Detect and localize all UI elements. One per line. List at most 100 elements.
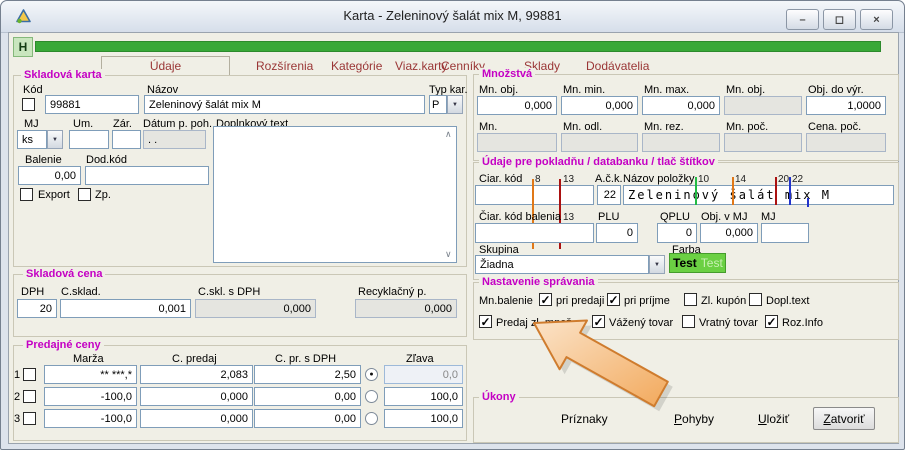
farba-button[interactable]: Test Test xyxy=(669,253,726,273)
ulozit-button[interactable]: Uložiť xyxy=(758,412,789,426)
header-marza: Marža xyxy=(73,353,104,365)
marker-13b: 13 xyxy=(563,212,574,223)
pri-predaji-checkbox[interactable]: ✓ xyxy=(539,293,552,306)
dod-kod-field[interactable] xyxy=(85,166,209,185)
price-row-checkbox[interactable] xyxy=(23,412,36,425)
c-sklad-field[interactable]: 0,001 xyxy=(60,299,191,318)
typ-kar-dropdown-icon[interactable]: ▼ xyxy=(447,95,463,114)
dph-field[interactable]: 20 xyxy=(17,299,57,318)
dph-label: DPH xyxy=(21,286,44,298)
vratny-tovar-checkbox[interactable] xyxy=(682,315,695,328)
skupina-dropdown-icon[interactable]: ▼ xyxy=(649,255,665,274)
tab-dodavatelia[interactable]: Dodávatelia xyxy=(586,59,649,73)
balenie-field[interactable]: 0,00 xyxy=(18,166,81,185)
recykl-field: 0,000 xyxy=(355,299,457,318)
scroll-down-icon[interactable]: ∨ xyxy=(445,249,452,260)
maximize-icon[interactable]: ◻ xyxy=(823,9,856,30)
dopl-text-checkbox[interactable] xyxy=(749,293,762,306)
mj2-field[interactable] xyxy=(761,223,809,243)
export-checkbox[interactable] xyxy=(20,188,33,201)
plu-field[interactable]: 0 xyxy=(596,223,638,243)
kod-field[interactable]: 99881 xyxy=(45,95,139,114)
dod-kod-label: Dod.kód xyxy=(86,154,127,166)
c-pr-s-dph-field[interactable]: 2,50 xyxy=(254,365,361,384)
price-row-radio[interactable] xyxy=(365,390,378,403)
tab-viaz-karty[interactable]: Viaz.karty xyxy=(395,59,447,73)
skupina-field[interactable]: Žiadna xyxy=(475,255,649,274)
nazov-polozky-field[interactable]: Zeleninový šalát mix M xyxy=(623,185,894,205)
zl-kupon-checkbox[interactable] xyxy=(684,293,697,306)
vazeny-tovar-checkbox[interactable]: ✓ xyxy=(592,315,605,328)
h-button[interactable]: H xyxy=(13,37,33,57)
group-title-pokladna: Údaje pre pokladňu / databanku / tlač št… xyxy=(479,156,718,168)
price-row-radio[interactable] xyxy=(365,412,378,425)
recykl-label: Recyklačný p. xyxy=(358,286,426,298)
roz-info-checkbox[interactable]: ✓ xyxy=(765,315,778,328)
priznaky-button[interactable]: Príznaky xyxy=(561,412,608,426)
vazeny-tovar-label: Vážený tovar xyxy=(609,317,673,329)
pri-prijme-checkbox[interactable]: ✓ xyxy=(607,293,620,306)
zlava-field[interactable]: 100,0 xyxy=(384,409,463,428)
marker-20: 20 xyxy=(778,174,789,185)
zatvorit-button[interactable]: Zatvoriť xyxy=(813,407,875,430)
mn-obj-field[interactable]: 0,000 xyxy=(477,96,557,115)
mn-obj2-field xyxy=(724,96,802,115)
close-icon[interactable]: × xyxy=(860,9,893,30)
obj-v-mj-label: Obj. v MJ xyxy=(701,211,747,223)
qplu-field[interactable]: 0 xyxy=(657,223,697,243)
marza-field[interactable]: -100,0 xyxy=(44,409,137,428)
marker-14: 14 xyxy=(735,174,746,185)
header-c-predaj: C. predaj xyxy=(172,353,217,365)
marza-field[interactable]: -100,0 xyxy=(44,387,137,406)
marker-13: 13 xyxy=(563,174,574,185)
farba-text: Test xyxy=(673,256,697,270)
price-row-num: 1 xyxy=(14,369,20,381)
marker-22: 22 xyxy=(792,174,803,185)
obj-do-vyr-field[interactable]: 1,0000 xyxy=(806,96,886,115)
zp-checkbox[interactable] xyxy=(78,188,91,201)
ack-label: A.č.k. xyxy=(595,173,623,185)
ack-field[interactable]: 22 xyxy=(597,185,621,205)
mj-field[interactable]: ks xyxy=(17,130,47,149)
price-row-checkbox[interactable] xyxy=(23,390,36,403)
zar-field[interactable] xyxy=(112,130,141,149)
mj-dropdown-icon[interactable]: ▼ xyxy=(47,130,63,149)
mn-max-field[interactable]: 0,000 xyxy=(642,96,720,115)
zatvorit-button-label: Zatvoriť xyxy=(823,412,864,426)
marza-field[interactable]: ** ***,* xyxy=(44,365,137,384)
tab-udaje[interactable]: Údaje xyxy=(101,56,230,76)
group-title-predajne-ceny: Predajné ceny xyxy=(23,339,104,351)
mn-min-field[interactable]: 0,000 xyxy=(561,96,638,115)
doplnkovy-textarea[interactable] xyxy=(213,126,457,263)
c-pr-s-dph-field[interactable]: 0,00 xyxy=(254,387,361,406)
c-predaj-field[interactable]: 0,000 xyxy=(140,387,253,406)
mn-rez-label: Mn. rez. xyxy=(644,121,684,133)
zlava-field[interactable]: 100,0 xyxy=(384,387,463,406)
price-row-num: 3 xyxy=(14,413,20,425)
balenie-label: Balenie xyxy=(25,154,62,166)
typ-kar-field[interactable]: P xyxy=(429,95,447,114)
obj-v-mj-field[interactable]: 0,000 xyxy=(700,223,758,243)
kod-checkbox[interactable] xyxy=(22,98,35,111)
c-predaj-field[interactable]: 0,000 xyxy=(140,409,253,428)
c-pr-s-dph-field[interactable]: 0,00 xyxy=(254,409,361,428)
mn-odl-label: Mn. odl. xyxy=(563,121,602,133)
price-row-radio[interactable]: ● xyxy=(365,368,378,381)
minimize-icon[interactable]: – xyxy=(786,9,819,30)
nazov-field[interactable]: Zeleninový šalát mix M xyxy=(144,95,425,114)
progress-bar xyxy=(35,41,881,52)
um-field[interactable] xyxy=(69,130,109,149)
price-row-checkbox[interactable] xyxy=(23,368,36,381)
scroll-up-icon[interactable]: ∧ xyxy=(445,129,452,140)
mn-odl-field xyxy=(561,133,638,152)
title-bar[interactable]: Karta - Zeleninový šalát mix M, 99881 – … xyxy=(1,1,904,33)
ciar-kod-field[interactable] xyxy=(475,185,594,205)
group-title-skladova-karta: Skladová karta xyxy=(21,69,105,81)
pohyby-button[interactable]: Pohyby xyxy=(674,412,714,426)
c-predaj-field[interactable]: 2,083 xyxy=(140,365,253,384)
ciar-kod-balenia-field[interactable] xyxy=(475,223,594,243)
predaj-zl-mnoz-checkbox[interactable]: ✓ xyxy=(479,315,492,328)
tab-kategorie[interactable]: Kategórie xyxy=(331,59,382,73)
tab-rozsirenia[interactable]: Rozšírenia xyxy=(256,59,313,73)
datum-field: . . xyxy=(143,130,206,149)
